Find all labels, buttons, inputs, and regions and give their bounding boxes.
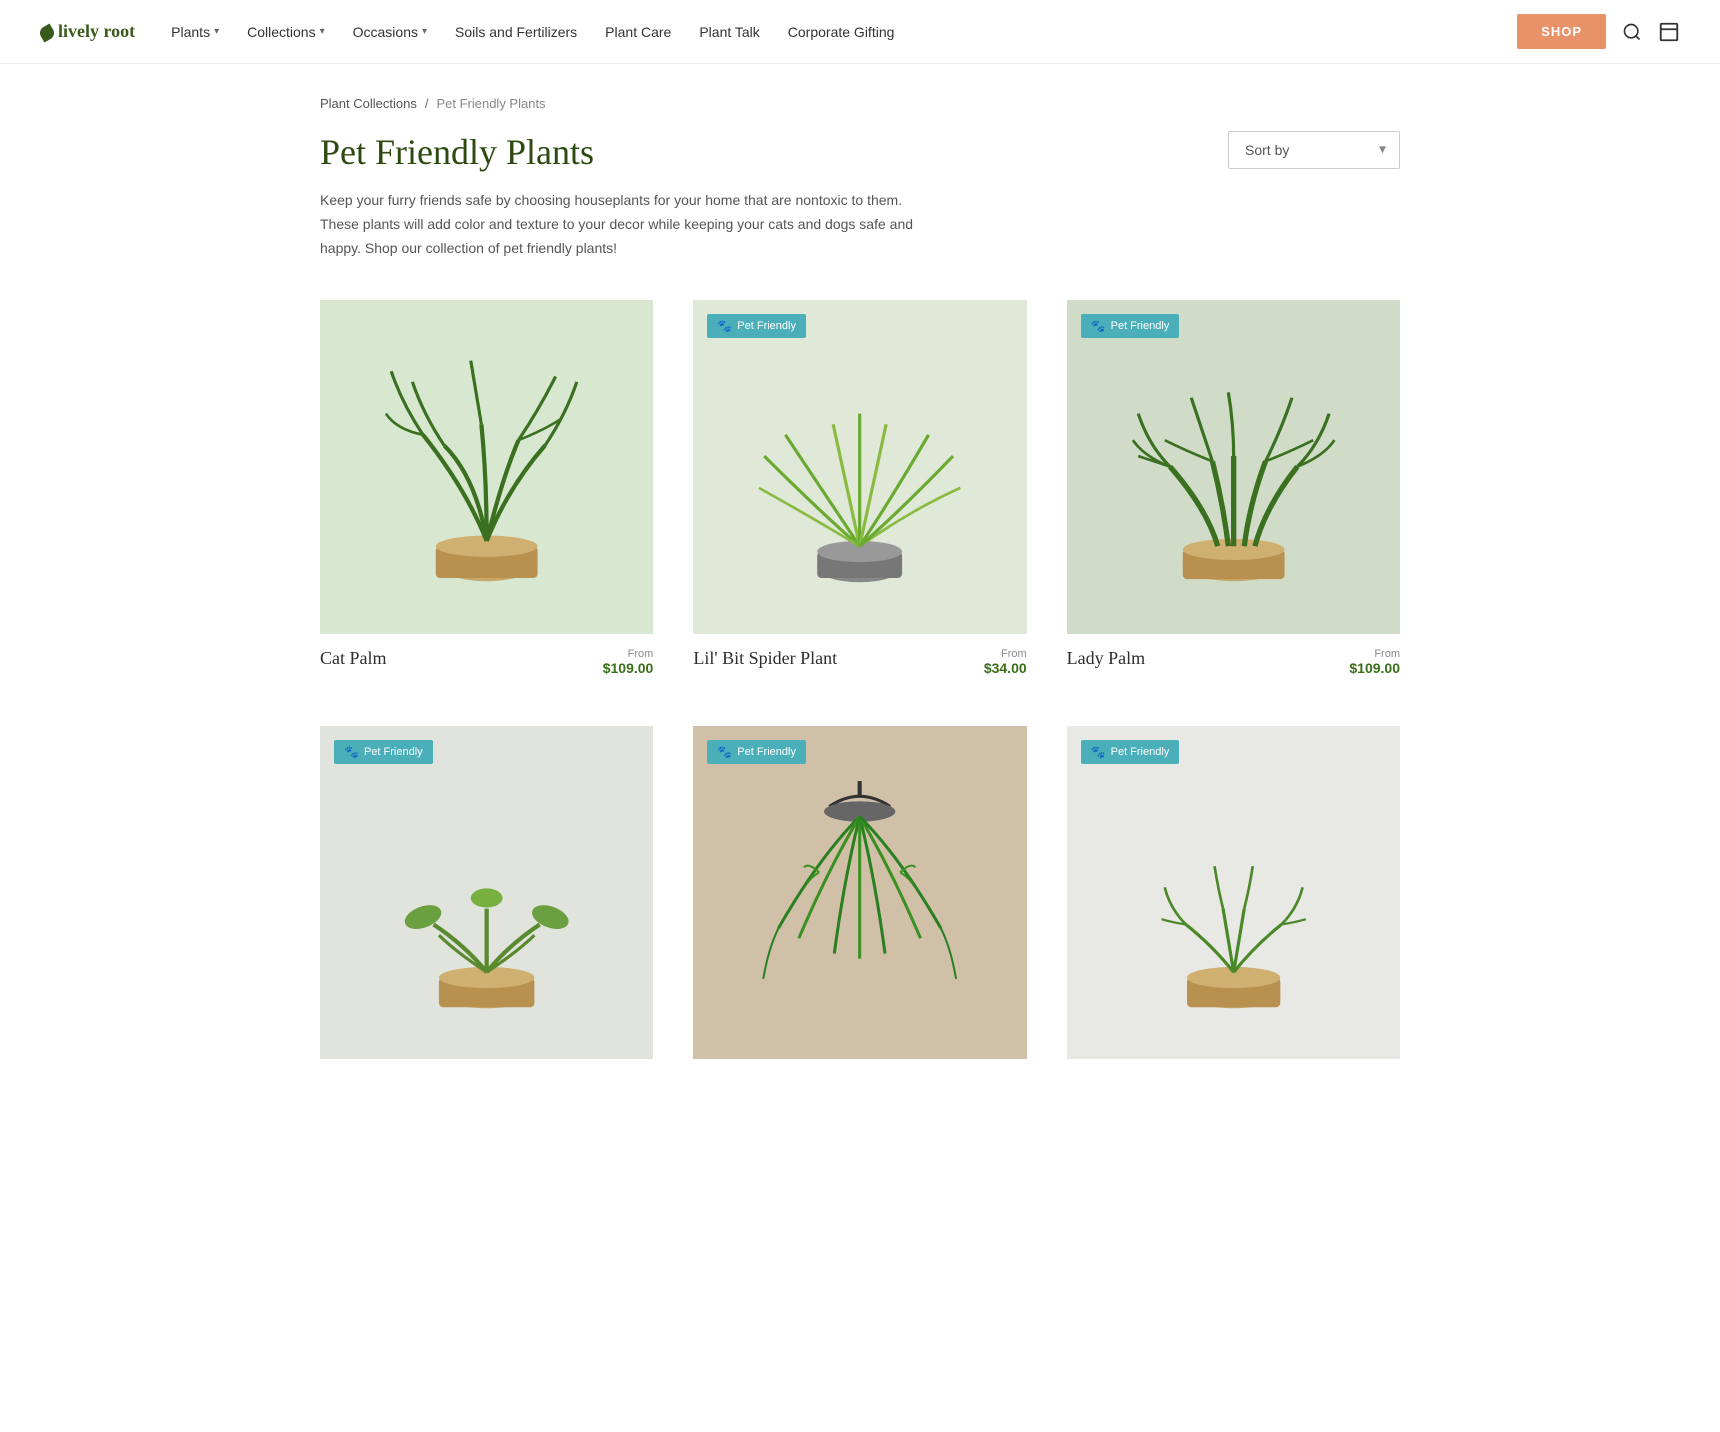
page-header: Pet Friendly Plants Keep your furry frie… [320,131,1400,260]
cart-icon [1658,21,1680,43]
product-image-wrapper: 🐾Pet Friendly [1067,726,1400,1059]
product-image [320,300,653,633]
breadcrumb-current: Pet Friendly Plants [436,96,545,111]
nav-link-soils-and-fertilizers[interactable]: Soils and Fertilizers [455,24,577,40]
page-description: Keep your furry friends safe by choosing… [320,189,920,260]
price-from-label: From [1349,648,1400,660]
pet-friendly-badge: 🐾Pet Friendly [334,740,433,764]
product-card[interactable]: Cat Palm From$109.00 [320,300,653,677]
product-card[interactable]: 🐾Pet Friendly [320,726,653,1073]
pet-friendly-badge: 🐾Pet Friendly [1081,314,1180,338]
product-info: Lady Palm From$109.00 [1067,648,1400,678]
product-image-wrapper: 🐾Pet Friendly [1067,300,1400,633]
nav-link-corporate-gifting[interactable]: Corporate Gifting [788,24,895,40]
product-image-wrapper [320,300,653,633]
page-header-left: Pet Friendly Plants Keep your furry frie… [320,131,920,260]
price-from-label: From [603,648,654,660]
chevron-down-icon: ▾ [320,26,325,37]
pet-friendly-badge: 🐾Pet Friendly [1081,740,1180,764]
product-image-wrapper: 🐾Pet Friendly [693,726,1026,1059]
breadcrumb: Plant Collections / Pet Friendly Plants [320,96,1400,111]
paw-icon: 🐾 [1091,319,1106,333]
paw-icon: 🐾 [1091,745,1106,759]
product-card[interactable]: 🐾Pet Friendly [1067,726,1400,1073]
product-image-wrapper: 🐾Pet Friendly [320,726,653,1059]
product-card[interactable]: 🐾Pet Friendly Lady Palm From$109.00 [1067,300,1400,677]
product-name: Lady Palm [1067,648,1146,669]
price-amount: $109.00 [603,660,654,676]
product-image-wrapper: 🐾Pet Friendly [693,300,1026,633]
product-name: Lil' Bit Spider Plant [693,648,837,669]
product-image [693,300,1026,633]
product-image [320,726,653,1059]
product-image [1067,726,1400,1059]
nav-links: Plants▾ Collections▾ Occasions▾ Soils and F… [171,24,1517,40]
logo-leaf-icon [37,23,56,42]
product-image [1067,300,1400,633]
main-nav: lively root Plants▾ Collections▾ Occasions… [0,0,1720,64]
breadcrumb-parent[interactable]: Plant Collections [320,96,417,111]
nav-link-plant-care[interactable]: Plant Care [605,24,671,40]
chevron-down-icon: ▾ [422,26,427,37]
shop-button[interactable]: SHOP [1517,14,1606,49]
price-from-label: From [984,648,1027,660]
sort-wrapper: Sort byPrice: Low to HighPrice: High to … [1228,131,1400,169]
nav-link-plants[interactable]: Plants▾ [171,24,219,40]
search-icon [1622,22,1642,42]
nav-link-plant-talk[interactable]: Plant Talk [699,24,759,40]
product-card[interactable]: 🐾Pet Friendly [693,726,1026,1073]
product-price-wrapper: From$109.00 [603,648,654,678]
chevron-down-icon: ▾ [214,26,219,37]
product-info: Lil' Bit Spider Plant From$34.00 [693,648,1026,678]
price-amount: $109.00 [1349,660,1400,676]
nav-link-collections[interactable]: Collections▾ [247,24,325,40]
paw-icon: 🐾 [717,745,732,759]
cart-button[interactable] [1658,21,1680,43]
product-price-wrapper: From$34.00 [984,648,1027,678]
product-image [693,726,1026,1059]
product-name: Cat Palm [320,648,387,669]
pet-friendly-badge: 🐾Pet Friendly [707,314,806,338]
product-card[interactable]: 🐾Pet Friendly Lil' Bit Spider Plant From$… [693,300,1026,677]
breadcrumb-separator: / [425,96,429,111]
pet-friendly-badge: 🐾Pet Friendly [707,740,806,764]
sort-select[interactable]: Sort byPrice: Low to HighPrice: High to … [1228,131,1400,169]
search-button[interactable] [1622,22,1642,42]
nav-link-occasions[interactable]: Occasions▾ [353,24,427,40]
paw-icon: 🐾 [344,745,359,759]
paw-icon: 🐾 [717,319,732,333]
main-content: Plant Collections / Pet Friendly Plants … [280,64,1440,1105]
price-amount: $34.00 [984,660,1027,676]
nav-actions: SHOP [1517,14,1680,49]
product-info: Cat Palm From$109.00 [320,648,653,678]
product-price-wrapper: From$109.00 [1349,648,1400,678]
page-title: Pet Friendly Plants [320,131,920,173]
logo[interactable]: lively root [40,21,135,42]
product-grid: Cat PalmFrom$109.00🐾Pet Friendly Lil' Bi… [320,300,1400,1073]
